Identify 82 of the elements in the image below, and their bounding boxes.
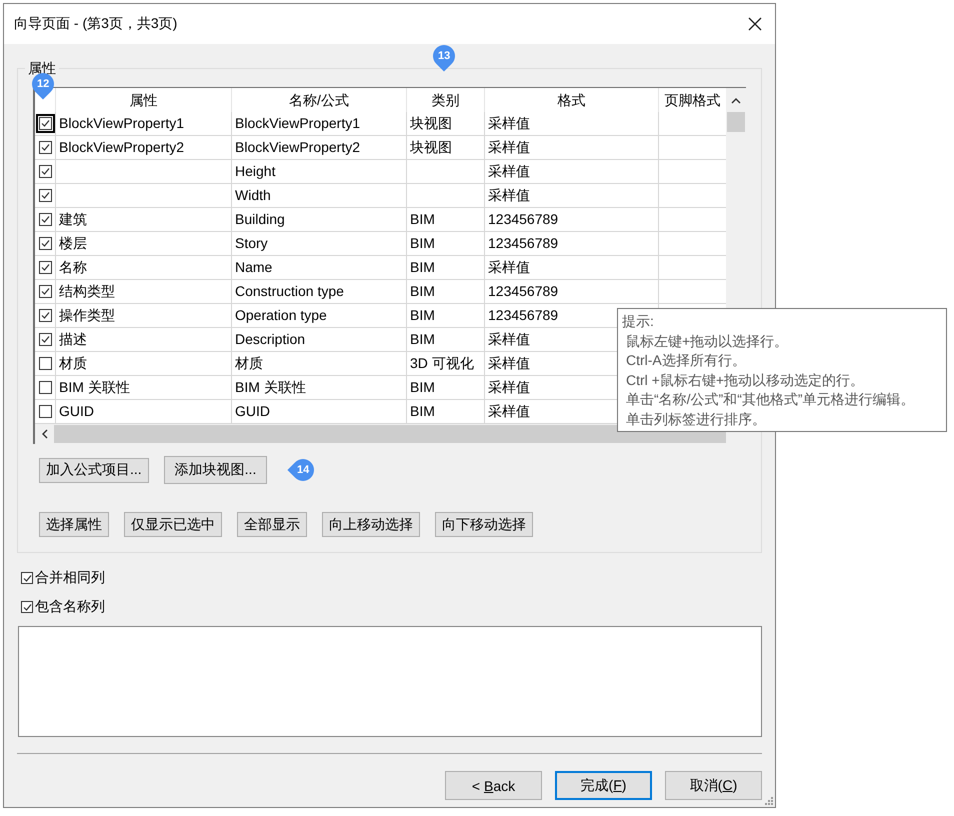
checkbox[interactable] — [38, 165, 52, 178]
scroll-up-icon[interactable] — [731, 96, 741, 104]
table-cell: 123456789 — [485, 208, 659, 232]
checkbox[interactable] — [38, 117, 52, 130]
action-button[interactable]: 选择属性 — [39, 512, 109, 537]
table-cell: Name — [232, 256, 407, 280]
table-cell: Story — [232, 232, 407, 256]
checkbox-label: 合并相同列 — [35, 569, 105, 587]
column-header[interactable]: 类别 — [407, 88, 485, 112]
table-cell: Width — [232, 184, 407, 208]
table-cell: 名称 — [56, 256, 232, 280]
horizontal-scrollbar[interactable] — [35, 424, 746, 444]
table-cell: BIM 关联性 — [56, 376, 232, 400]
table-cell: BIM — [407, 280, 485, 304]
table-cell: BIM — [407, 256, 485, 280]
checkbox[interactable] — [38, 237, 52, 250]
table-cell: 块视图 — [407, 136, 485, 160]
checkbox[interactable] — [21, 572, 33, 584]
action-button[interactable]: 向上移动选择 — [322, 512, 420, 537]
table-cell: 123456789 — [485, 280, 659, 304]
column-header[interactable]: 页脚格式 — [659, 88, 726, 112]
table-cell: 采样值 — [485, 160, 659, 184]
checkbox-label: 包含名称列 — [35, 598, 105, 616]
checkbox[interactable] — [38, 309, 52, 322]
checkbox[interactable] — [38, 381, 52, 394]
table-cell: Construction type — [232, 280, 407, 304]
table-cell: BIM — [407, 304, 485, 328]
table-cell: 结构类型 — [56, 280, 232, 304]
scroll-left-icon[interactable] — [41, 429, 48, 439]
table-cell: BlockViewProperty1 — [56, 112, 232, 136]
table-cell: BIM 关联性 — [232, 376, 407, 400]
window-title: 向导页面 - (第3页，共3页) — [14, 15, 178, 33]
checkbox[interactable] — [38, 357, 52, 370]
table-cell: 楼层 — [56, 232, 232, 256]
table-cell: 3D 可视化 — [407, 352, 485, 376]
table-cell: 块视图 — [407, 112, 485, 136]
close-icon[interactable] — [748, 17, 762, 31]
resize-grip-icon[interactable] — [765, 797, 773, 805]
table-cell: BlockViewProperty2 — [232, 136, 407, 160]
action-button[interactable]: 向下移动选择 — [435, 512, 533, 537]
table-cell: Building — [232, 208, 407, 232]
scrollbar-thumb[interactable] — [727, 112, 745, 132]
action-button[interactable]: 添加块视图... — [164, 456, 268, 484]
table-cell: BIM — [407, 328, 485, 352]
checkbox[interactable] — [38, 189, 52, 202]
action-button[interactable]: 全部显示 — [237, 512, 307, 537]
table-cell: BIM — [407, 208, 485, 232]
column-header[interactable]: 属性 — [56, 88, 232, 112]
table-cell: 采样值 — [485, 256, 659, 280]
action-button[interactable]: 加入公式项目... — [39, 458, 149, 482]
table-cell: 材质 — [232, 352, 407, 376]
text-area[interactable] — [18, 626, 762, 737]
table-cell: 123456789 — [485, 232, 659, 256]
table-cell: Operation type — [232, 304, 407, 328]
checkbox[interactable] — [38, 213, 52, 226]
table-cell: Description — [232, 328, 407, 352]
table-cell: BlockViewProperty1 — [232, 112, 407, 136]
action-button[interactable]: 仅显示已选中 — [124, 512, 222, 537]
column-header[interactable]: 名称/公式 — [232, 88, 407, 112]
dialog-button[interactable]: 取消(C) — [665, 771, 762, 800]
table-cell: Height — [232, 160, 407, 184]
table-cell: 采样值 — [485, 136, 659, 160]
table-cell: BIM — [407, 376, 485, 400]
table-cell: BlockViewProperty2 — [56, 136, 232, 160]
table-cell: 操作类型 — [56, 304, 232, 328]
dialog-button[interactable]: < Back — [445, 771, 542, 800]
table-cell: 描述 — [56, 328, 232, 352]
checkbox[interactable] — [21, 601, 33, 613]
dialog-button[interactable]: 完成(F) — [555, 771, 652, 800]
table-cell: BIM — [407, 232, 485, 256]
tooltip-title: 提示: — [622, 312, 655, 331]
checkbox[interactable] — [38, 285, 52, 298]
checkbox[interactable] — [38, 333, 52, 346]
table-cell: 采样值 — [485, 184, 659, 208]
table-cell: 建筑 — [56, 208, 232, 232]
table-cell: 采样值 — [485, 112, 659, 136]
checkbox[interactable] — [38, 405, 52, 418]
checkbox[interactable] — [38, 261, 52, 274]
group-title: 属性 — [25, 59, 59, 77]
column-header[interactable]: 格式 — [485, 88, 659, 112]
table-cell: 材质 — [56, 352, 232, 376]
checkbox[interactable] — [38, 141, 52, 154]
